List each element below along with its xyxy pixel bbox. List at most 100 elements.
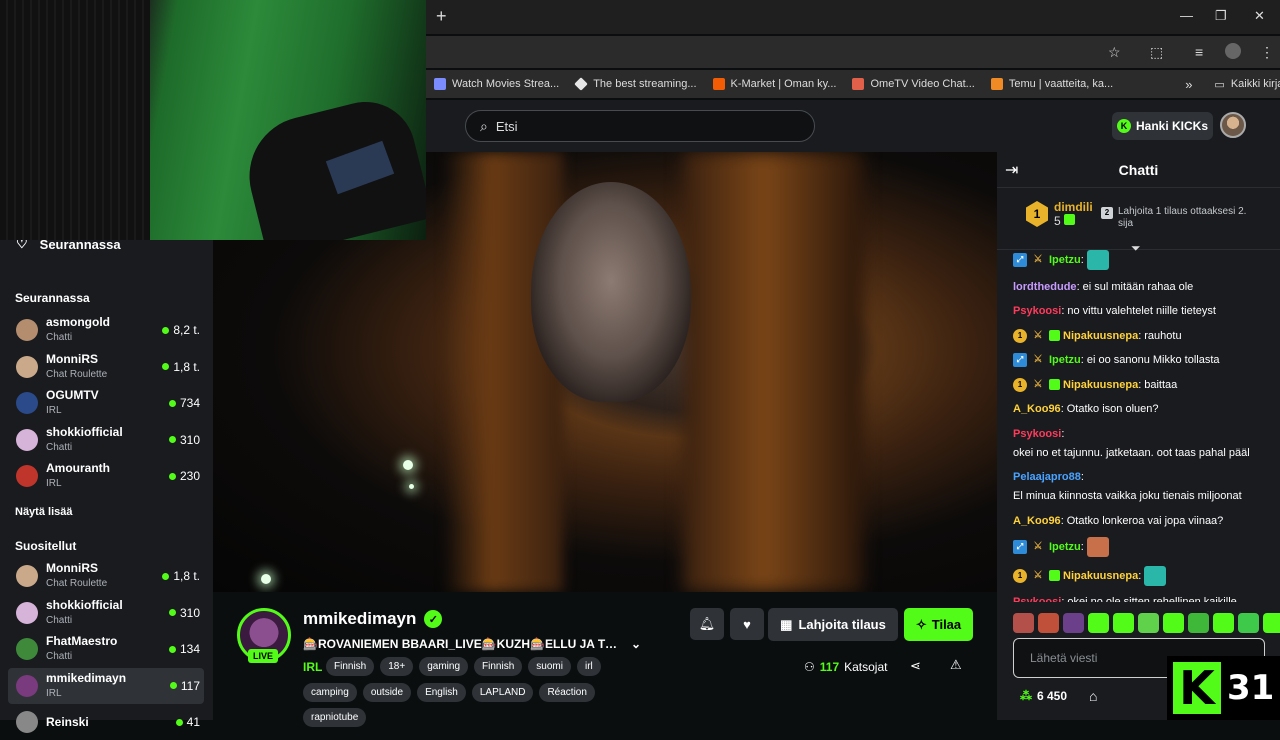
store-icon[interactable]: ⌂ — [1089, 688, 1097, 704]
bookmark[interactable]: Watch Movies Strea... — [434, 78, 559, 90]
restore-button[interactable]: ❐ — [1215, 8, 1227, 24]
channel-points[interactable]: ⁂ 6 450 — [1020, 689, 1067, 703]
tag[interactable]: rapniotube — [303, 708, 367, 727]
chat-message: ⤢ ⚔ Ipetzu: — [1013, 250, 1268, 270]
live-dot-icon — [168, 645, 176, 653]
emote-icon[interactable] — [1188, 613, 1209, 633]
all-bookmarks-button[interactable]: ▭Kaikki kirjanmerkit — [1214, 78, 1280, 91]
channel-viewers: 230 — [168, 469, 204, 483]
emote-icon[interactable] — [1038, 613, 1059, 633]
channel-avatar — [16, 392, 38, 415]
extensions-icon[interactable]: ⬚ — [1150, 44, 1163, 61]
channel-category: IRL — [46, 478, 62, 490]
emote-icon[interactable] — [1213, 613, 1234, 633]
emote-icon[interactable] — [1163, 613, 1184, 633]
tag[interactable]: outside — [362, 683, 412, 702]
sidebar-channel[interactable]: asmongold Chatti 8,2 t. — [8, 312, 204, 348]
chat-username[interactable]: Ipetzu — [1049, 539, 1081, 555]
new-tab-button[interactable]: + — [436, 6, 447, 27]
sub-badge-icon — [1049, 330, 1060, 341]
bookmark[interactable]: Temu | vaatteita, ka... — [990, 78, 1113, 90]
tag[interactable]: Finnish — [474, 657, 523, 676]
tag[interactable]: Réaction — [539, 683, 595, 702]
tag[interactable]: English — [417, 683, 466, 702]
collapse-chat-icon[interactable]: ⇥ — [1005, 160, 1018, 180]
sidebar-channel[interactable]: Amouranth IRL 230 — [8, 458, 204, 494]
sidebar-channel[interactable]: shokkiofficial Chatti 310 — [8, 422, 204, 458]
chat-username[interactable]: A_Koo96 — [1013, 401, 1061, 417]
sidebar-channel[interactable]: mmikedimayn IRL 117 — [8, 667, 204, 704]
sidebar-channel[interactable]: FhatMaestro Chatti 134 — [8, 631, 204, 667]
chat-separator: : — [1138, 378, 1142, 391]
chat-username[interactable]: Nipakuusnepa — [1063, 568, 1138, 584]
chat-username[interactable]: lordthedude — [1013, 279, 1077, 295]
streamer-name[interactable]: mmikedimayn ✓ — [303, 609, 443, 629]
emote-icon[interactable] — [1113, 613, 1134, 633]
tag[interactable]: suomi — [528, 657, 571, 676]
sub-icon — [1064, 214, 1076, 225]
sidebar-channel[interactable]: Reinski 41 — [8, 704, 204, 740]
user-avatar[interactable] — [1220, 112, 1246, 138]
sidebar-channel[interactable]: OGUMTV IRL 734 — [8, 385, 204, 421]
chat-username[interactable]: Psykoosi — [1013, 303, 1061, 319]
tag[interactable]: irl — [576, 657, 601, 676]
sidebar-channel[interactable]: MonniRS Chat Roulette 1,8 t. — [8, 558, 204, 594]
chevron-down-icon[interactable]: ⌄ — [631, 637, 641, 651]
chat-username[interactable]: A_Koo96 — [1013, 513, 1061, 529]
notification-button[interactable]: 🔔︎ — [690, 608, 724, 640]
sidebar-channel[interactable]: MonniRS Chat Roulette 1,8 t. — [8, 349, 204, 385]
sidebar-channel[interactable]: shokkiofficial Chatti 310 — [8, 595, 204, 631]
chat-separator: : — [1080, 541, 1084, 553]
show-more-link[interactable]: Näytä lisää — [15, 506, 72, 518]
bookmark[interactable]: The best streaming... — [574, 77, 697, 91]
channel-category: Chatti — [46, 332, 73, 343]
tag[interactable]: Finnish — [326, 657, 375, 676]
chat-message: A_Koo96: Otatko ison oluen? — [1013, 401, 1268, 417]
media-icon[interactable]: ≡ — [1195, 44, 1203, 60]
emote-icon[interactable] — [1013, 613, 1034, 633]
emote-icon[interactable] — [1238, 613, 1259, 633]
chat-username[interactable]: Nipakuusnepa — [1063, 328, 1138, 344]
chat-username[interactable]: Ipetzu — [1049, 252, 1081, 268]
tag[interactable]: 18+ — [380, 657, 414, 676]
channel-viewers: 117 — [169, 679, 204, 693]
bookmark[interactable]: K-Market | Oman ky... — [712, 78, 836, 90]
subscribe-button[interactable]: ✧ Tilaa — [904, 608, 973, 641]
close-button[interactable]: ✕ — [1254, 8, 1265, 24]
emote-icon[interactable] — [1138, 613, 1159, 633]
channel-viewers: 310 — [168, 606, 204, 620]
star-icon[interactable]: ☆ — [1108, 44, 1121, 61]
emote-icon[interactable] — [1063, 613, 1084, 633]
following-section-title: Seurannassa — [15, 291, 90, 305]
channel-viewers: 734 — [168, 396, 204, 410]
bookmark[interactable]: OmeTV Video Chat... — [852, 78, 975, 90]
get-kicks-button[interactable]: K Hanki KICKs — [1112, 112, 1213, 140]
bookmark-icon — [712, 78, 725, 90]
sword-badge-icon: ⚔ — [1033, 541, 1043, 552]
live-dot-icon — [169, 682, 177, 690]
share-icon[interactable]: ⋖ — [910, 658, 921, 674]
tag[interactable]: gaming — [419, 657, 469, 676]
chat-username[interactable]: Nipakuusnepa — [1063, 377, 1138, 393]
channel-category: Chat Roulette — [46, 368, 108, 380]
chat-username[interactable]: Psykoosi — [1013, 426, 1061, 442]
tag[interactable]: camping — [303, 683, 357, 702]
emote-icon[interactable] — [1088, 613, 1109, 633]
profile-icon[interactable] — [1225, 43, 1241, 59]
leader-name[interactable]: dimdili — [1054, 200, 1093, 214]
search-input[interactable]: ⌕ Etsi — [465, 110, 815, 142]
gift-sub-button[interactable]: ▦ Lahjoita tilaus — [768, 608, 898, 641]
follow-button[interactable]: ♥ — [730, 608, 764, 640]
chat-separator: : — [1061, 596, 1065, 602]
chat-username[interactable]: Ipetzu — [1049, 352, 1081, 368]
stream-category[interactable]: IRL — [303, 660, 322, 674]
chat-username[interactable]: Psykoosi — [1013, 594, 1061, 602]
tag[interactable]: LAPLAND — [471, 683, 534, 702]
bookmarks-overflow-button[interactable]: » — [1185, 77, 1192, 92]
channel-name: Reinski — [46, 714, 89, 729]
emote-icon[interactable] — [1263, 613, 1280, 633]
report-icon[interactable]: ⚠ — [950, 657, 962, 673]
chat-username[interactable]: Pelaajapro88 — [1013, 469, 1081, 485]
menu-icon[interactable]: ⋮ — [1260, 44, 1274, 61]
minimize-button[interactable]: — — [1180, 8, 1193, 23]
